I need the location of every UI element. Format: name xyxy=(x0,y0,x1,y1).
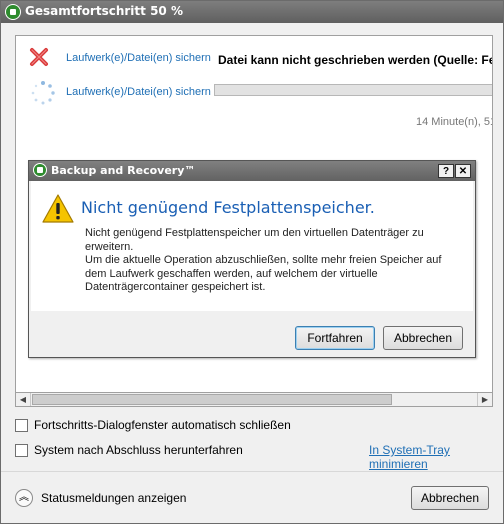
auto-close-label: Fortschritts-Dialogfenster automatisch s… xyxy=(34,418,291,432)
continue-button[interactable]: Fortfahren xyxy=(295,326,375,350)
footer-divider xyxy=(1,471,503,472)
status-messages-toggle[interactable]: ︽ Statusmeldungen anzeigen xyxy=(15,489,186,507)
chevron-up-icon[interactable]: ︽ xyxy=(15,489,33,507)
backup-app-icon xyxy=(5,4,21,20)
warning-icon xyxy=(42,194,74,223)
auto-close-option[interactable]: Fortschritts-Dialogfenster automatisch s… xyxy=(15,418,291,432)
shutdown-option[interactable]: System nach Abschluss herunterfahren xyxy=(15,443,243,457)
auto-close-checkbox[interactable] xyxy=(15,418,28,432)
loading-spinner-icon xyxy=(31,81,55,105)
dialog-message-line: Um die aktuelle Operation abzuschließen,… xyxy=(85,254,442,293)
cancel-button[interactable]: Abbrechen xyxy=(411,486,489,510)
dialog-title: Backup and Recovery™ xyxy=(51,164,196,177)
shutdown-checkbox[interactable] xyxy=(15,443,28,457)
window-title: Gesamtfortschritt 50 % xyxy=(25,4,183,18)
scroll-right-arrow-icon[interactable]: ▶ xyxy=(477,393,492,406)
scrollbar-thumb[interactable] xyxy=(32,394,392,405)
job-label: Laufwerk(e)/Datei(en) sichern xyxy=(66,86,211,98)
backup-app-icon xyxy=(33,163,47,177)
dialog-message-line: Nicht genügend Festplattenspeicher um de… xyxy=(85,227,424,253)
horizontal-scrollbar[interactable]: ◀ ▶ xyxy=(15,392,493,407)
dialog-titlebar[interactable]: Backup and Recovery™ ? ✕ xyxy=(29,161,475,181)
close-button[interactable]: ✕ xyxy=(455,164,471,178)
time-remaining: 14 Minute(n), 51 xyxy=(416,116,493,128)
job-progress-bar xyxy=(214,84,492,96)
minimize-to-tray-link[interactable]: In System-Tray minimieren xyxy=(369,443,503,471)
window-titlebar[interactable]: Gesamtfortschritt 50 % xyxy=(1,1,503,23)
help-button[interactable]: ? xyxy=(438,164,454,178)
dialog-body: Nicht genügend Festplattenspeicher. Nich… xyxy=(31,181,473,311)
error-x-icon xyxy=(30,48,48,66)
job-label: Laufwerk(e)/Datei(en) sichern xyxy=(66,52,211,64)
dialog-heading: Nicht genügend Festplattenspeicher. xyxy=(81,198,375,217)
status-toggle-label: Statusmeldungen anzeigen xyxy=(41,491,187,505)
shutdown-label: System nach Abschluss herunterfahren xyxy=(34,443,243,457)
scroll-left-arrow-icon[interactable]: ◀ xyxy=(16,393,31,406)
dialog-cancel-button[interactable]: Abbrechen xyxy=(383,326,463,350)
job-row: Laufwerk(e)/Datei(en) sichern Datei kann… xyxy=(16,46,493,72)
job-error-message: Datei kann nicht geschrieben werden (Que… xyxy=(218,53,493,67)
disk-space-dialog: Backup and Recovery™ ? ✕ Nicht genügend … xyxy=(28,160,476,358)
dialog-message: Nicht genügend Festplattenspeicher um de… xyxy=(85,227,465,295)
